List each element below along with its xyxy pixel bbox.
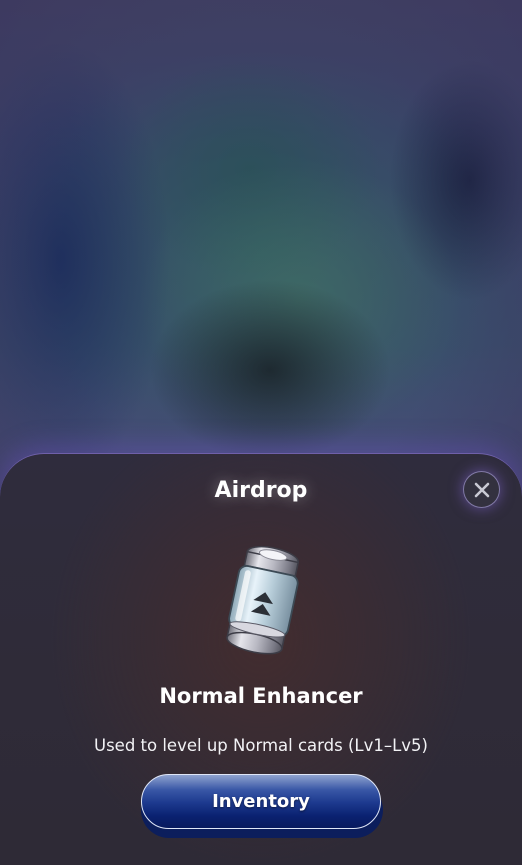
item-name: Normal Enhancer [159, 684, 363, 708]
modal-title: Airdrop [214, 478, 308, 503]
inventory-button[interactable]: Inventory [141, 774, 381, 829]
inventory-button-wrapper: Inventory [141, 774, 383, 838]
enhancer-capsule-icon [226, 545, 300, 655]
close-button[interactable] [463, 471, 500, 508]
close-icon [474, 482, 489, 497]
item-description: Used to level up Normal cards (Lv1–Lv5) [94, 736, 428, 755]
airdrop-bottom-sheet: Airdrop Normal Enhancer Used to level up… [0, 453, 522, 865]
